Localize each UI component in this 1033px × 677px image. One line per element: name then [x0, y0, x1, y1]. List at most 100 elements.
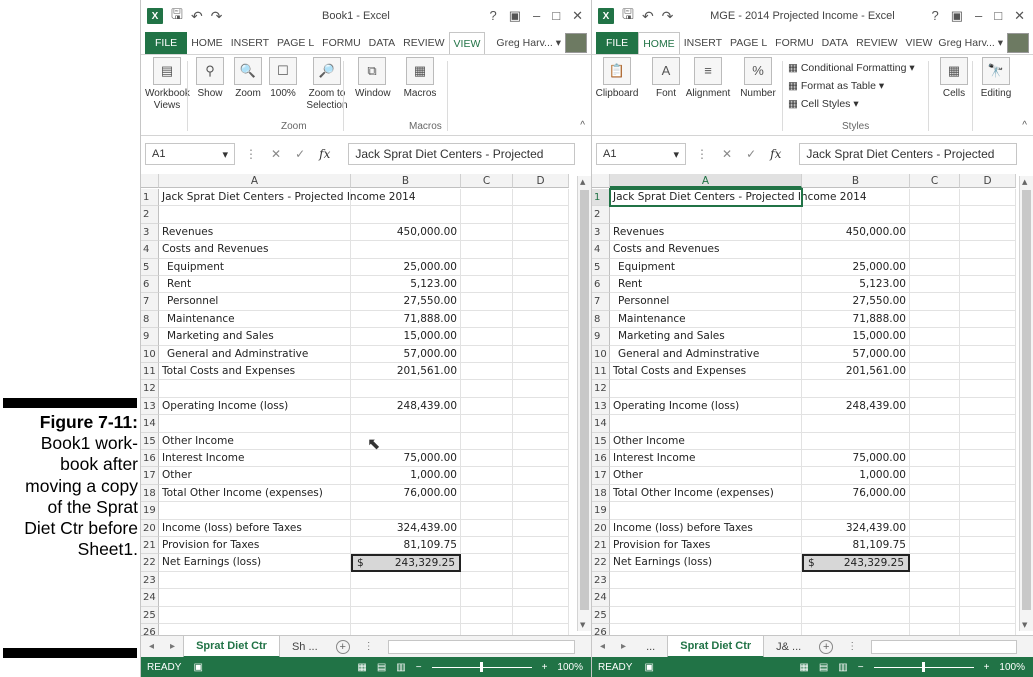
sheet-tab-0[interactable]: ... [634, 636, 667, 658]
cell-b3[interactable]: 450,000.00 [351, 223, 461, 242]
cell-d15[interactable] [513, 432, 569, 450]
cell-b2[interactable] [351, 206, 461, 224]
row-header-9[interactable]: 9 [141, 328, 159, 346]
cell-b10[interactable]: 57,000.00 [351, 345, 461, 363]
avatar[interactable] [1007, 33, 1029, 53]
ribbon-window[interactable]: ⧉ Window [355, 57, 391, 100]
ribbon-macros[interactable]: ▦ Macros [403, 57, 437, 100]
row-header-23[interactable]: 23 [592, 571, 610, 590]
cell-b13[interactable]: 248,439.00 [351, 397, 461, 416]
cell-c4[interactable] [910, 241, 960, 259]
ribbon-zoom[interactable]: 🔍 Zoom [231, 57, 265, 100]
zoom-in-icon[interactable]: + [542, 662, 548, 673]
cell-a10[interactable]: General and Adminstrative [159, 345, 351, 363]
cell-d17[interactable] [960, 467, 1016, 485]
tab-file[interactable]: FILE [145, 32, 188, 54]
cell-a11[interactable]: Total Costs and Expenses [610, 363, 802, 381]
enter-icon[interactable]: ✓ [746, 147, 756, 161]
tab-page-l[interactable]: PAGE L [726, 32, 771, 54]
cell-d21[interactable] [960, 537, 1016, 555]
cell-d1[interactable] [513, 189, 569, 207]
user-account[interactable]: Greg Harv... ▾ [496, 32, 591, 54]
cell-d16[interactable] [960, 450, 1016, 468]
cell-d6[interactable] [513, 276, 569, 294]
cell-d19[interactable] [960, 502, 1016, 520]
cell-d9[interactable] [960, 328, 1016, 346]
cell-d18[interactable] [960, 484, 1016, 503]
tab-view[interactable]: VIEW [902, 32, 937, 54]
cell-d9[interactable] [513, 328, 569, 346]
scroll-thumb[interactable] [1022, 190, 1031, 610]
tab-formu[interactable]: FORMU [771, 32, 818, 54]
row-header-23[interactable]: 23 [141, 571, 159, 590]
cell-a18[interactable]: Total Other Income (expenses) [610, 484, 802, 503]
select-all-corner[interactable] [141, 174, 159, 188]
zoom-in-icon[interactable]: + [984, 662, 990, 673]
tab-home[interactable]: HOME [638, 32, 680, 54]
cell-c20[interactable] [461, 519, 513, 537]
cell-a15[interactable]: Other Income [159, 432, 351, 450]
cell-a13[interactable]: Operating Income (loss) [159, 397, 351, 416]
horizontal-scrollbar[interactable] [871, 639, 1017, 654]
cell-c5[interactable] [910, 258, 960, 276]
cell-b17[interactable]: 1,000.00 [351, 467, 461, 485]
cell-a14[interactable] [610, 415, 802, 433]
cell-d23[interactable] [513, 571, 569, 590]
tab-review[interactable]: REVIEW [852, 32, 901, 54]
normal-view-icon[interactable]: ▦ [357, 662, 366, 673]
cell-b2[interactable] [802, 206, 910, 224]
sheet-tab-1[interactable]: Sprat Diet Ctr [667, 635, 765, 658]
cell-b19[interactable] [351, 502, 461, 520]
cell-a16[interactable]: Interest Income [159, 450, 351, 468]
cell-d20[interactable] [513, 519, 569, 537]
cell-a8[interactable]: Maintenance [159, 310, 351, 329]
row-header-10[interactable]: 10 [141, 345, 159, 363]
formula-input[interactable]: Jack Sprat Diet Centers - Projected [799, 143, 1017, 165]
user-name[interactable]: Greg Harv... ▾ [496, 37, 561, 49]
row-header-7[interactable]: 7 [141, 293, 159, 311]
tab-view[interactable]: VIEW [448, 32, 486, 54]
cell-c13[interactable] [461, 397, 513, 416]
cell-d24[interactable] [513, 589, 569, 607]
row-header-21[interactable]: 21 [592, 537, 610, 555]
cell-c17[interactable] [461, 467, 513, 485]
cell-d13[interactable] [960, 397, 1016, 416]
ribbon-cells[interactable]: ▦ Cells [936, 57, 972, 100]
cell-a24[interactable] [159, 589, 351, 607]
add-sheet-icon[interactable]: + [335, 639, 350, 654]
cell-a1[interactable]: Jack Sprat Diet Centers - Projected Inco… [159, 189, 416, 207]
cell-b5[interactable]: 25,000.00 [351, 258, 461, 276]
cell-c7[interactable] [910, 293, 960, 311]
cell-b10[interactable]: 57,000.00 [802, 345, 910, 363]
cell-a24[interactable] [610, 589, 802, 607]
prev-sheet-icon[interactable]: ◂ [592, 641, 613, 652]
ribbon-number[interactable]: % Number [740, 57, 776, 100]
cell-d14[interactable] [513, 415, 569, 433]
cell-b16[interactable]: 75,000.00 [802, 450, 910, 468]
add-sheet-icon[interactable]: + [819, 639, 834, 654]
cell-b22[interactable]: $243,329.25 [802, 554, 910, 573]
name-box[interactable]: A1 ▾ [145, 143, 235, 165]
cell-c6[interactable] [910, 276, 960, 294]
ribbon-conditional-formatting[interactable]: ▦ Conditional Formatting ▾ [788, 59, 915, 77]
column-header-c[interactable]: C [461, 174, 513, 188]
cell-b23[interactable] [351, 571, 461, 590]
zoom-slider-knob[interactable] [921, 661, 925, 672]
column-header-b[interactable]: B [351, 174, 461, 188]
cell-b11[interactable]: 201,561.00 [802, 363, 910, 381]
cell-a18[interactable]: Total Other Income (expenses) [159, 484, 351, 503]
cell-a3[interactable]: Revenues [159, 223, 351, 242]
cell-d3[interactable] [960, 223, 1016, 242]
tab-review[interactable]: REVIEW [399, 32, 448, 54]
column-header-a[interactable]: A [159, 174, 351, 188]
cell-a9[interactable]: Marketing and Sales [610, 328, 802, 346]
cell-a15[interactable]: Other Income [610, 432, 802, 450]
cell-d11[interactable] [960, 363, 1016, 381]
cell-c10[interactable] [910, 345, 960, 363]
tab-data[interactable]: DATA [365, 32, 399, 54]
row-header-6[interactable]: 6 [141, 276, 159, 294]
tab-insert[interactable]: INSERT [227, 32, 273, 54]
cell-c17[interactable] [910, 467, 960, 485]
vertical-scrollbar[interactable]: ▲ ▼ [1019, 176, 1033, 631]
cell-d7[interactable] [960, 293, 1016, 311]
